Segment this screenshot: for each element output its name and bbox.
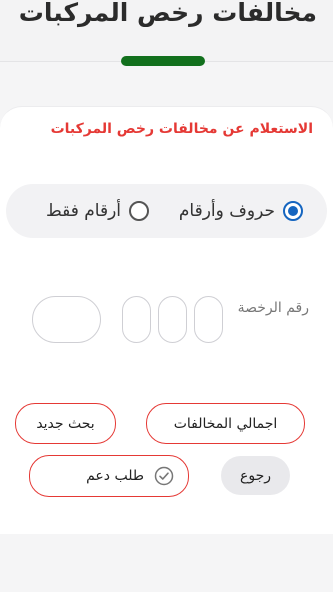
radio-unchecked-icon[interactable] (129, 201, 149, 221)
radio-numbers-only-label: أرقام فقط (45, 201, 121, 221)
radio-letters-and-numbers-label: حروف وأرقام (178, 201, 275, 221)
header: مخالفات رخص المركبات (0, 0, 333, 66)
support-request-button[interactable]: طلب دعم (29, 455, 189, 497)
section-title: الاستعلام عن مخالفات رخص المركبات (50, 121, 313, 137)
plate-letter-field-2[interactable] (158, 296, 187, 343)
radio-checked-icon[interactable] (283, 201, 303, 221)
plate-number-field[interactable] (32, 296, 101, 343)
total-violations-button[interactable]: اجمالي المخالفات (146, 403, 305, 444)
page: مخالفات رخص المركبات الاستعلام عن مخالفا… (0, 0, 333, 592)
radio-letters-and-numbers[interactable]: حروف وأرقام (179, 184, 303, 238)
plate-letter-field-1[interactable] (194, 296, 223, 343)
check-circle-icon (154, 466, 174, 486)
new-search-button[interactable]: بحث جديد (15, 403, 116, 444)
plate-letter-field-3[interactable] (122, 296, 151, 343)
support-request-label: طلب دعم (86, 468, 144, 484)
plate-number-label: رقم الرخصة (237, 300, 309, 316)
search-type-selector: حروف وأرقام أرقام فقط (6, 184, 327, 238)
back-button[interactable]: رجوع (221, 456, 290, 495)
page-title: مخالفات رخص المركبات (18, 0, 317, 27)
header-indicator (121, 56, 205, 66)
inquiry-card: الاستعلام عن مخالفات رخص المركبات حروف و… (0, 106, 333, 534)
radio-numbers-only[interactable]: أرقام فقط (46, 184, 149, 238)
